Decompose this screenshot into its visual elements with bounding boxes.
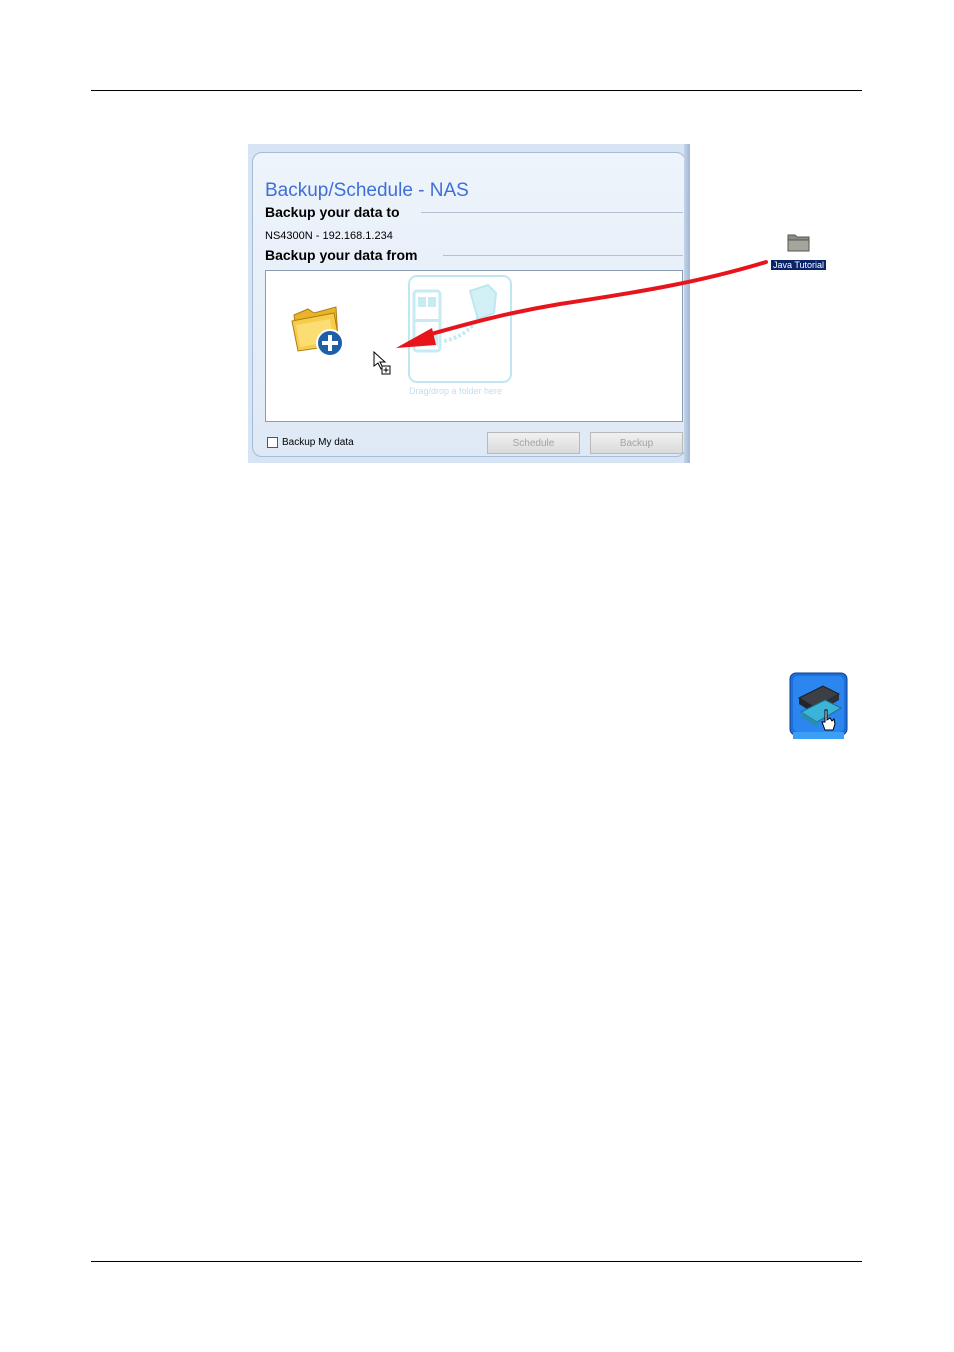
footer-rule: [91, 1261, 862, 1262]
backup-app-icon[interactable]: [789, 672, 848, 739]
